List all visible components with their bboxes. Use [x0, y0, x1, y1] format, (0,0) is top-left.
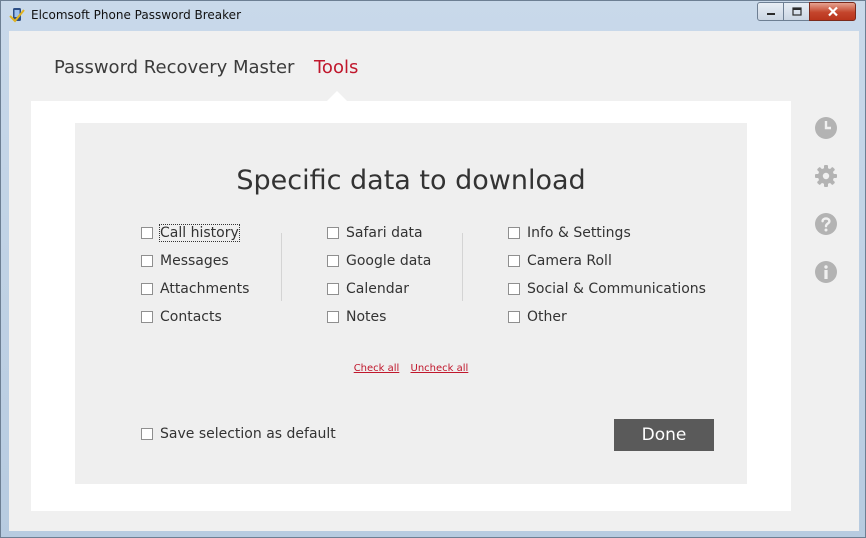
checkbox[interactable]: [141, 311, 153, 323]
client-area: Password Recovery Master Tools Specific …: [9, 31, 859, 531]
checkbox[interactable]: [508, 255, 520, 267]
help-icon: [815, 213, 837, 235]
option-label: Contacts: [160, 309, 222, 325]
tools-content-area: Specific data to download Call history M…: [31, 101, 791, 511]
settings-gear-icon: [815, 165, 837, 187]
selection-links: Check all Uncheck all: [75, 363, 747, 374]
options-column-2: Safari data Google data Calendar Notes: [327, 219, 431, 331]
active-tab-indicator: [327, 91, 347, 101]
check-all-link[interactable]: Check all: [354, 363, 400, 374]
option-label: Calendar: [346, 281, 409, 297]
app-logo-icon: [9, 8, 25, 23]
option-google-data[interactable]: Google data: [327, 247, 431, 275]
checkbox[interactable]: [508, 227, 520, 239]
option-notes[interactable]: Notes: [327, 303, 431, 331]
minimize-icon: [766, 12, 775, 15]
info-icon: [815, 261, 837, 283]
option-social-communications[interactable]: Social & Communications: [508, 275, 706, 303]
option-contacts[interactable]: Contacts: [141, 303, 249, 331]
done-button[interactable]: Done: [614, 419, 714, 451]
column-divider: [281, 233, 282, 301]
window-title: Elcomsoft Phone Password Breaker: [31, 8, 241, 22]
checkbox[interactable]: [327, 255, 339, 267]
uncheck-all-link[interactable]: Uncheck all: [411, 363, 469, 374]
save-default-checkbox[interactable]: [141, 428, 153, 440]
checkbox[interactable]: [141, 227, 153, 239]
option-other[interactable]: Other: [508, 303, 706, 331]
options-column-1: Call history Messages Attachments Contac…: [141, 219, 249, 331]
option-info-settings[interactable]: Info & Settings: [508, 219, 706, 247]
history-button[interactable]: [814, 116, 838, 140]
tab-password-recovery-master[interactable]: Password Recovery Master: [54, 57, 294, 78]
panel-title: Specific data to download: [236, 165, 586, 196]
option-label: Safari data: [346, 225, 423, 241]
specific-data-panel: Specific data to download Call history M…: [75, 123, 747, 484]
close-icon: [827, 6, 838, 17]
options-column-3: Info & Settings Camera Roll Social & Com…: [508, 219, 706, 331]
option-label: Camera Roll: [527, 253, 612, 269]
option-label: Notes: [346, 309, 387, 325]
option-calendar[interactable]: Calendar: [327, 275, 431, 303]
tab-tools[interactable]: Tools: [314, 57, 358, 78]
option-label: Messages: [160, 253, 229, 269]
maximize-icon: [791, 7, 802, 16]
option-attachments[interactable]: Attachments: [141, 275, 249, 303]
checkbox[interactable]: [508, 283, 520, 295]
option-label: Social & Communications: [527, 281, 706, 297]
save-default-option[interactable]: Save selection as default: [141, 422, 336, 446]
app-window: Elcomsoft Phone Password Breaker Passwor…: [0, 0, 866, 538]
option-camera-roll[interactable]: Camera Roll: [508, 247, 706, 275]
option-call-history[interactable]: Call history: [141, 219, 249, 247]
option-safari-data[interactable]: Safari data: [327, 219, 431, 247]
checkbox[interactable]: [141, 283, 153, 295]
option-label: Info & Settings: [527, 225, 631, 241]
checkbox[interactable]: [508, 311, 520, 323]
checkbox[interactable]: [327, 311, 339, 323]
option-label: Attachments: [160, 281, 250, 297]
history-icon: [815, 117, 837, 139]
checkbox[interactable]: [327, 283, 339, 295]
column-divider: [462, 233, 463, 301]
help-button[interactable]: [814, 212, 838, 236]
checkbox[interactable]: [141, 255, 153, 267]
option-messages[interactable]: Messages: [141, 247, 249, 275]
option-label: Other: [527, 309, 567, 325]
minimize-button[interactable]: [757, 2, 784, 21]
checkbox[interactable]: [327, 227, 339, 239]
close-button[interactable]: [809, 2, 856, 21]
option-label: Google data: [346, 253, 432, 269]
option-label: Call history: [159, 224, 240, 242]
maximize-button[interactable]: [783, 2, 810, 21]
title-bar[interactable]: Elcomsoft Phone Password Breaker: [1, 1, 865, 29]
save-default-label: Save selection as default: [160, 426, 336, 442]
info-button[interactable]: [814, 260, 838, 284]
settings-button[interactable]: [814, 164, 838, 188]
